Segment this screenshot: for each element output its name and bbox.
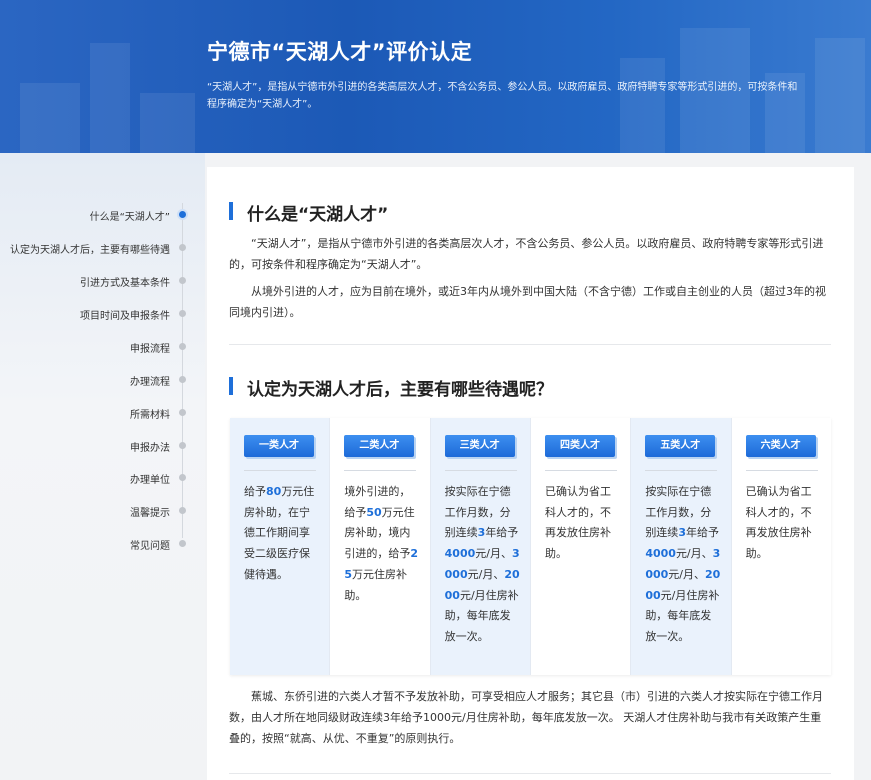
nav-dot-icon bbox=[179, 244, 186, 251]
category-badge: 四类人才 bbox=[544, 435, 615, 457]
benefit-column: 二类人才境外引进的，给予50万元住房补助，境内引进的，给予25万元住房补助。 bbox=[330, 418, 431, 675]
page-title: 宁德市“天湖人才”评价认定 bbox=[207, 40, 473, 64]
benefit-text: 境外引进的，给予50万元住房补助，境内引进的，给予25万元住房补助。 bbox=[344, 482, 420, 606]
nav-dot-icon bbox=[179, 343, 186, 350]
column-divider bbox=[244, 470, 316, 471]
sidebar-item[interactable]: 办理单位 bbox=[130, 471, 170, 486]
column-divider bbox=[544, 470, 617, 471]
highlight-number: 1000 bbox=[423, 711, 451, 724]
highlight-number: 80 bbox=[266, 485, 282, 498]
nav-timeline bbox=[182, 203, 183, 538]
main-content: 什么是“天湖人才” “天湖人才”，是指从宁德市外引进的各类高层次人才，不含公务员… bbox=[207, 167, 854, 780]
text-segment: 年给予 bbox=[390, 711, 423, 724]
text-segment: 年给予 bbox=[685, 526, 719, 540]
text-segment: 已确认为省工科人才的，不再发放住房补助。 bbox=[745, 485, 812, 561]
text-segment: 万元住房补助，在宁德工作期间享受二级医疗保健待遇。 bbox=[244, 485, 315, 581]
sidebar-item[interactable]: 办理流程 bbox=[130, 373, 170, 388]
benefit-text: 已确认为省工科人才的，不再发放住房补助。 bbox=[545, 482, 621, 565]
highlight-number: 4000 bbox=[645, 547, 676, 561]
category-badge: 二类人才 bbox=[344, 435, 415, 457]
sidebar-item[interactable]: 什么是“天湖人才” bbox=[90, 208, 170, 223]
text-segment: 元/月、 bbox=[475, 547, 512, 561]
sidebar-item[interactable]: 申报流程 bbox=[130, 340, 170, 355]
highlight-number: 3 bbox=[678, 526, 686, 540]
sidebar-item[interactable]: 温馨提示 bbox=[130, 504, 170, 519]
section-paragraph: 从境外引进的人才，应为目前在境外，或近3年内从境外到中国大陆（不含宁德）工作或自… bbox=[229, 285, 826, 319]
sidebar-item[interactable]: 申报办法 bbox=[130, 439, 170, 454]
benefit-text: 按实际在宁德工作月数，分别连续3年给予4000元/月、3000元/月、2000元… bbox=[645, 482, 721, 648]
nav-dot-icon bbox=[179, 507, 186, 514]
category-badge: 三类人才 bbox=[444, 435, 515, 457]
text-segment: 元/月、 bbox=[668, 567, 705, 581]
category-badge: 五类人才 bbox=[645, 435, 716, 457]
section-title-benefits: 认定为天湖人才后，主要有哪些待遇呢？ bbox=[229, 375, 553, 400]
sidebar-nav: 什么是“天湖人才” 认定为天湖人才后，主要有哪些待遇引进方式及基本条件 项目时间及申… bbox=[0, 153, 205, 780]
category-badge: 一类人才 bbox=[244, 435, 314, 457]
benefit-column: 三类人才 按实际在宁德工作月数，分别连续3年给予4000元/月、3000元/月、2… bbox=[430, 418, 531, 675]
benefits-table: 一类人才 给予80万元住房补助，在宁德工作期间享受二级医疗保健待遇。 二类人才 境外引… bbox=[230, 418, 831, 675]
benefit-text: 给予80万元住房补助，在宁德工作期间享受二级医疗保健待遇。 bbox=[244, 482, 320, 586]
section-divider bbox=[229, 344, 831, 345]
text-segment: 已确认为省工科人才的，不再发放住房补助。 bbox=[544, 485, 611, 561]
section-title-what: 什么是“天湖人才” bbox=[229, 200, 388, 225]
highlight-number: 3 bbox=[383, 711, 390, 724]
column-divider bbox=[745, 470, 818, 471]
benefit-column: 四类人才已确认为省工科人才的，不再发放住房补助。 bbox=[530, 418, 632, 675]
nav-dot-icon bbox=[179, 409, 186, 416]
section-paragraph: “天湖人才”，是指从宁德市外引进的各类高层次人才，不含公务员、参公人员。以政府雇… bbox=[229, 237, 824, 271]
text-segment: 年给予 bbox=[485, 526, 519, 540]
column-divider bbox=[344, 470, 417, 471]
benefit-column: 六类人才已确认为省工科人才的，不再发放住房补助。 bbox=[731, 418, 831, 675]
sidebar-item[interactable]: 引进方式及基本条件 bbox=[80, 274, 170, 289]
benefit-text: 按实际在宁德工作月数，分别连续3年给予4000元/月、3000元/月、2000元… bbox=[445, 482, 521, 648]
text-segment: 元/月、 bbox=[467, 567, 505, 581]
page-banner: 宁德市“天湖人才”评价认定 “天湖人才”，是指从宁德市外引进的各类高层次人才，不… bbox=[0, 0, 871, 153]
benefit-column: 一类人才给予80万元住房补助，在宁德工作期间享受二级医疗保健待遇。 bbox=[230, 418, 331, 675]
nav-dot-active-icon bbox=[179, 211, 186, 218]
sidebar-item[interactable]: 所需材料 bbox=[130, 406, 170, 421]
text-segment: 元/月、 bbox=[675, 547, 713, 561]
benefit-text: 已确认为省工科人才的，不再发放住房补助。 bbox=[746, 482, 822, 565]
highlight-number: 50 bbox=[366, 505, 382, 519]
nav-dot-icon bbox=[179, 474, 186, 481]
nav-dot-icon bbox=[179, 277, 186, 284]
column-divider bbox=[444, 470, 517, 471]
nav-dot-icon bbox=[179, 310, 186, 317]
benefits-note: 蕉城、东侨引进的六类人才暂不予发放补助，可享受相应人才服务；其它县（市）引进的六… bbox=[229, 686, 831, 749]
sidebar-item[interactable]: 项目时间及申报条件 bbox=[80, 307, 170, 322]
column-divider bbox=[645, 470, 718, 471]
text-segment: 万元住房补助。 bbox=[344, 567, 407, 602]
text-segment: 给予 bbox=[244, 485, 266, 498]
nav-dot-icon bbox=[179, 540, 186, 547]
nav-dot-icon bbox=[179, 442, 186, 449]
sidebar-item[interactable]: 常见问题 bbox=[130, 537, 170, 552]
sidebar-item[interactable]: 认定为天湖人才后，主要有哪些待遇 bbox=[10, 241, 170, 256]
nav-dot-icon bbox=[179, 376, 186, 383]
section-divider bbox=[229, 773, 831, 774]
category-badge: 六类人才 bbox=[745, 435, 816, 457]
page-description: “天湖人才”，是指从宁德市外引进的各类高层次人才，不含公务员、参公人员。以政府雇… bbox=[207, 82, 798, 110]
highlight-number: 4000 bbox=[444, 547, 476, 561]
benefit-column: 五类人才 按实际在宁德工作月数，分别连续3年给予4000元/月、3000元/月、2… bbox=[631, 418, 732, 675]
